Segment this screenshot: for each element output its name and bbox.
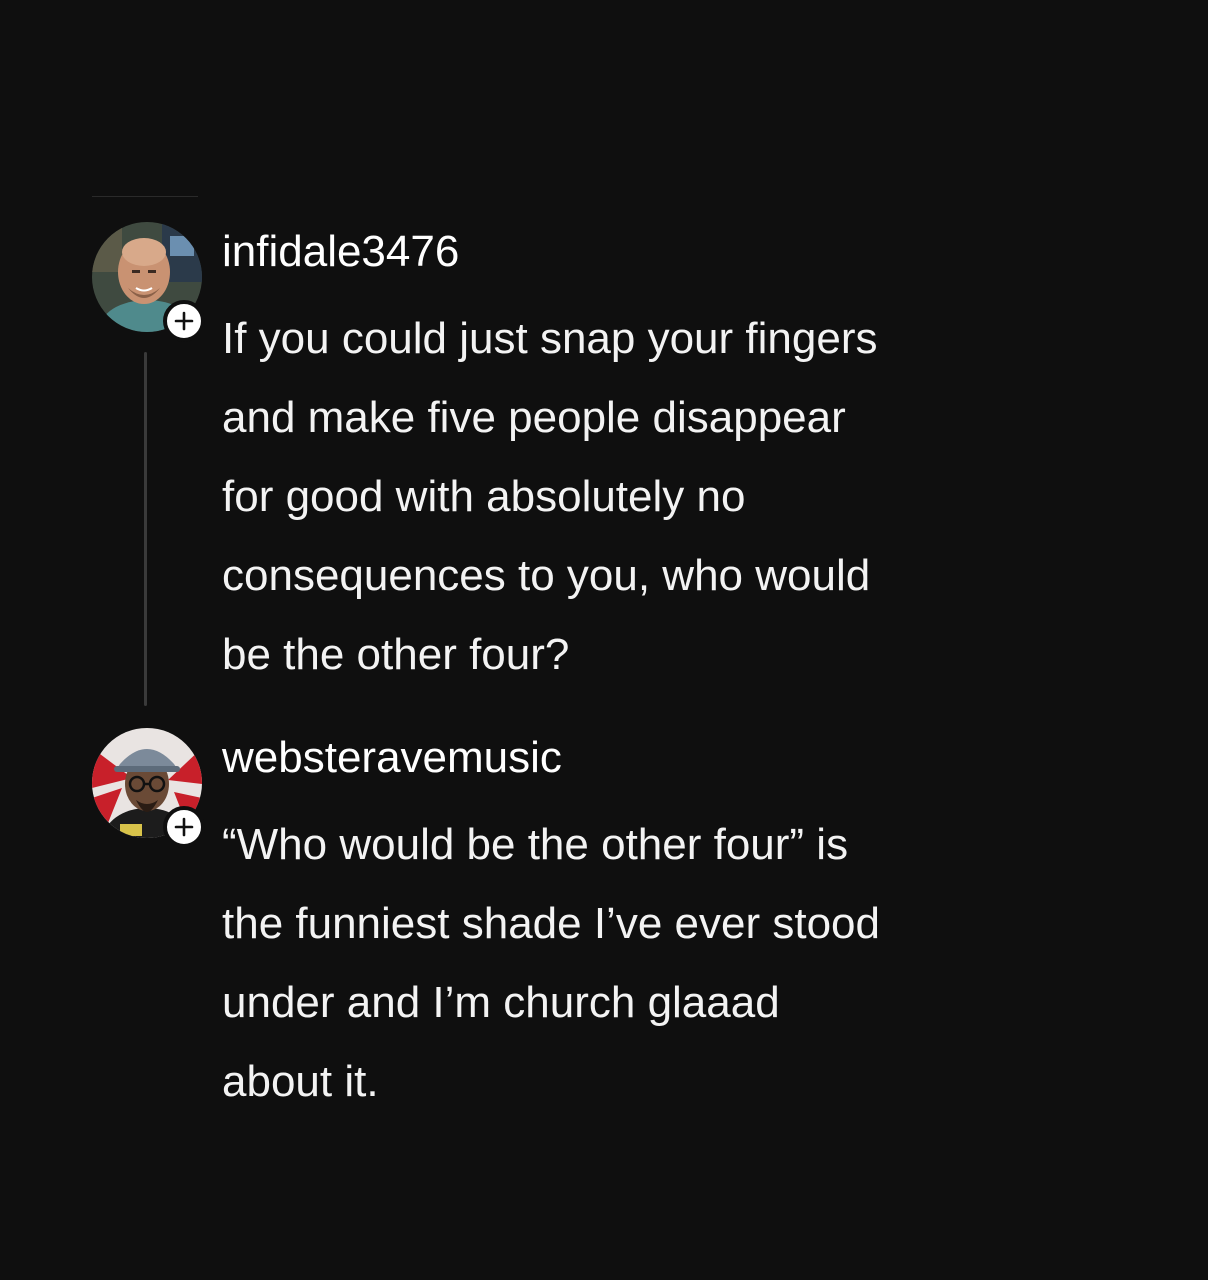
post-text-line: for good with absolutely no <box>222 472 746 521</box>
post-text-line: “Who would be the other four” is <box>222 820 849 869</box>
post-text-line: If you could just snap your fingers <box>222 314 878 363</box>
avatar-container[interactable] <box>92 222 205 342</box>
follow-button[interactable] <box>163 300 205 342</box>
post-text-line: consequences to you, who would <box>222 551 871 600</box>
post-text-line: the funniest shade I’ve ever stood <box>222 899 880 948</box>
post-text-line: under and I’m church glaaad <box>222 978 780 1027</box>
thread-connector-line <box>144 352 147 706</box>
top-divider <box>92 196 198 197</box>
post-text: “Who would be the other four” is the fun… <box>222 805 1142 1121</box>
post-text-line: about it. <box>222 1057 379 1106</box>
username[interactable]: websteravemusic <box>222 732 562 785</box>
follow-button[interactable] <box>163 806 205 848</box>
post-text-line: be the other four? <box>222 630 570 679</box>
avatar-container[interactable] <box>92 728 205 848</box>
plus-icon <box>174 817 194 837</box>
post-text-line: and make five people disappear <box>222 393 846 442</box>
plus-icon <box>174 311 194 331</box>
username[interactable]: infidale3476 <box>222 226 459 279</box>
post-text: If you could just snap your fingers and … <box>222 299 1142 694</box>
